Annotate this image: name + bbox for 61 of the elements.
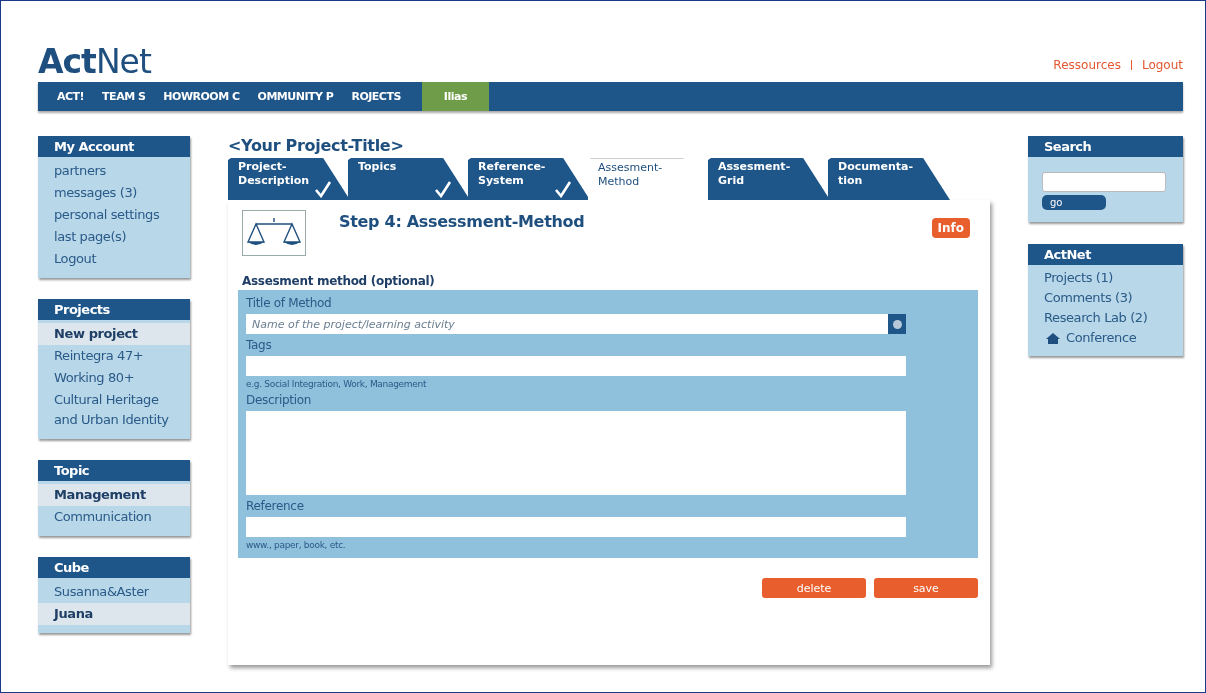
- home-icon: [1046, 332, 1060, 344]
- sidebar-item[interactable]: messages (3): [38, 182, 190, 204]
- sidebar-item[interactable]: personal settings: [38, 204, 190, 226]
- step-title: Step 4: Assessment-Method: [339, 212, 586, 231]
- text-field[interactable]: Name of the project/learning activity: [246, 314, 888, 334]
- text-area[interactable]: [246, 411, 906, 495]
- check-icon: [314, 180, 332, 198]
- nav-item[interactable]: ACT!: [48, 82, 94, 111]
- field-label: Title of Method: [246, 296, 333, 310]
- top-link[interactable]: Logout: [1141, 58, 1183, 72]
- sidebar-link[interactable]: Research Lab (2): [1028, 308, 1183, 328]
- tab[interactable]: Project- Description: [228, 158, 350, 200]
- project-title: <Your Project-Title>: [228, 136, 405, 157]
- sidebar-item[interactable]: Communication: [38, 506, 190, 528]
- sidebar-item[interactable]: last page(s): [38, 226, 190, 248]
- sidebar-item[interactable]: Susanna&Aster: [38, 581, 190, 603]
- panel-title: ActNet: [1028, 244, 1183, 265]
- nav-item[interactable]: ROJECTS: [342, 82, 410, 111]
- top-link[interactable]: Ressources: [1053, 58, 1121, 72]
- scale-icon: [242, 210, 306, 256]
- panel-title: Topic: [38, 460, 190, 481]
- field-label: Tags: [246, 338, 273, 352]
- field-label: Reference: [246, 499, 305, 513]
- sidebar-item[interactable]: Reintegra 47+: [38, 345, 190, 367]
- tab[interactable]: Assesment- Grid: [708, 158, 830, 200]
- sidebar-item[interactable]: partners: [38, 160, 190, 182]
- tab[interactable]: Reference- System: [468, 158, 590, 200]
- search-field[interactable]: [1042, 172, 1166, 192]
- sidebar-link[interactable]: Projects (1): [1028, 268, 1183, 288]
- sidebar-item[interactable]: Cultural Heritage and Urban Identity: [38, 389, 190, 431]
- sidebar-item[interactable]: Working 80+: [38, 367, 190, 389]
- check-icon: [554, 180, 572, 198]
- panel-title: Search: [1028, 136, 1183, 157]
- field-hint: www., paper, book, etc.: [246, 540, 347, 550]
- tab[interactable]: Documenta- tion: [828, 158, 950, 200]
- nav-item[interactable]: OMMUNITY P: [248, 82, 343, 111]
- go-button[interactable]: go: [1042, 195, 1106, 210]
- logo: ActNet: [38, 44, 151, 80]
- text-field[interactable]: [246, 356, 906, 376]
- field-label: Description: [246, 393, 313, 407]
- sidebar-link[interactable]: Comments (3): [1028, 288, 1183, 308]
- sidebar-link[interactable]: Conference: [1060, 328, 1153, 348]
- sidebar-item[interactable]: New project: [38, 323, 190, 345]
- panel-title: Projects: [38, 299, 190, 320]
- sidebar-item[interactable]: Juana: [38, 603, 190, 625]
- action-button[interactable]: delete: [762, 578, 866, 598]
- section-title: Assesment method (optional): [242, 274, 436, 288]
- nav-item[interactable]: HOWROOM C: [154, 82, 249, 111]
- sidebar-item[interactable]: Logout: [38, 248, 190, 270]
- action-button[interactable]: save: [874, 578, 978, 598]
- check-icon: [434, 180, 452, 198]
- panel-title: Cube: [38, 557, 190, 578]
- dot-button[interactable]: [888, 314, 906, 334]
- tab[interactable]: Topics: [348, 158, 470, 200]
- nav-item[interactable]: TEAM S: [93, 82, 155, 111]
- panel-title: My Account: [38, 136, 190, 157]
- nav-item[interactable]: Ilias: [421, 82, 489, 111]
- info-button[interactable]: Info: [931, 218, 970, 238]
- field-hint: e.g. Social Integration, Work, Management: [246, 379, 428, 389]
- sidebar-item[interactable]: Management: [38, 484, 190, 506]
- text-field[interactable]: [246, 517, 906, 537]
